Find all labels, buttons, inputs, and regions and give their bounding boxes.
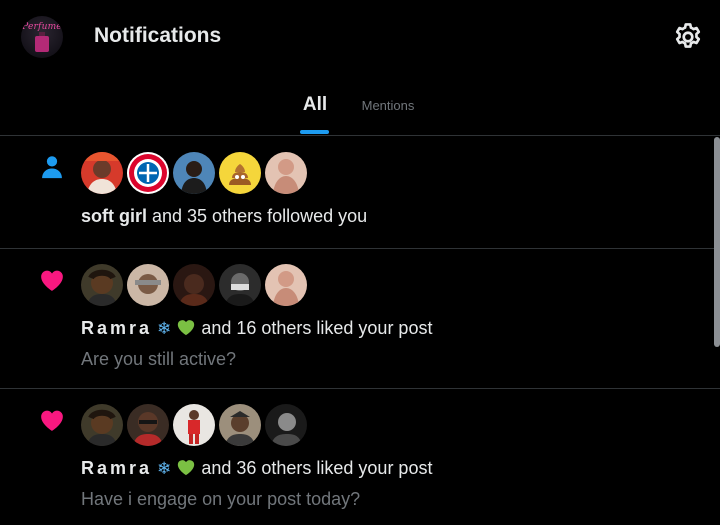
post-preview[interactable]: Are you still active? <box>81 349 236 370</box>
scrollbar[interactable] <box>714 137 720 347</box>
green-heart-icon <box>178 320 195 336</box>
top-bar: Perfume Notifications <box>0 0 720 78</box>
actor-name[interactable]: Ramra <box>81 458 152 478</box>
post-preview[interactable]: Have i engage on your post today? <box>81 489 360 510</box>
avatar[interactable] <box>173 264 215 306</box>
action-text: and 35 others followed you <box>147 206 368 226</box>
gear-icon <box>675 23 701 48</box>
actor-name[interactable]: soft girl <box>81 206 147 226</box>
avatar[interactable] <box>173 152 215 194</box>
avatar[interactable] <box>265 152 307 194</box>
person-icon <box>42 156 62 179</box>
snowflake-icon: ❄ <box>157 319 172 338</box>
tab-all-label: All <box>302 94 328 115</box>
perfume-bottle <box>35 36 49 52</box>
avatar[interactable] <box>127 152 169 194</box>
notification-item[interactable]: Ramra ❄ and 36 others liked your post Ha… <box>0 389 720 525</box>
notification-text: soft girl and 35 others followed you <box>81 206 367 227</box>
snowflake-icon: ❄ <box>157 459 172 478</box>
avatar[interactable] <box>219 404 261 446</box>
heart-icon <box>41 410 63 431</box>
avatar[interactable] <box>127 404 169 446</box>
action-text: and 36 others liked your post <box>196 458 433 478</box>
account-avatar[interactable]: Perfume <box>21 16 63 58</box>
avatar[interactable] <box>265 404 307 446</box>
tab-mentions-label: Mentions <box>361 98 415 113</box>
tab-all[interactable]: All <box>294 78 336 135</box>
avatar[interactable] <box>219 264 261 306</box>
tab-mentions[interactable]: Mentions <box>350 78 426 135</box>
heart-icon <box>41 270 63 291</box>
notification-tabs: All Mentions <box>0 78 720 136</box>
avatar[interactable] <box>127 264 169 306</box>
avatar[interactable] <box>81 404 123 446</box>
notification-item[interactable]: soft girl and 35 others followed you <box>0 137 720 249</box>
settings-button[interactable] <box>672 21 704 53</box>
avatar[interactable] <box>173 404 215 446</box>
actor-name[interactable]: Ramra <box>81 318 152 338</box>
page-title: Notifications <box>94 24 222 47</box>
avatar[interactable] <box>219 152 261 194</box>
avatar[interactable] <box>81 152 123 194</box>
avatar-logo-text: Perfume <box>22 22 62 32</box>
avatar[interactable] <box>265 264 307 306</box>
green-heart-icon <box>178 460 195 476</box>
active-tab-indicator <box>300 130 329 134</box>
avatar[interactable] <box>81 264 123 306</box>
notification-text: Ramra ❄ and 16 others liked your post <box>81 318 432 339</box>
action-text: and 16 others liked your post <box>196 318 433 338</box>
notification-text: Ramra ❄ and 36 others liked your post <box>81 458 432 479</box>
notification-item[interactable]: Ramra ❄ and 16 others liked your post Ar… <box>0 249 720 389</box>
